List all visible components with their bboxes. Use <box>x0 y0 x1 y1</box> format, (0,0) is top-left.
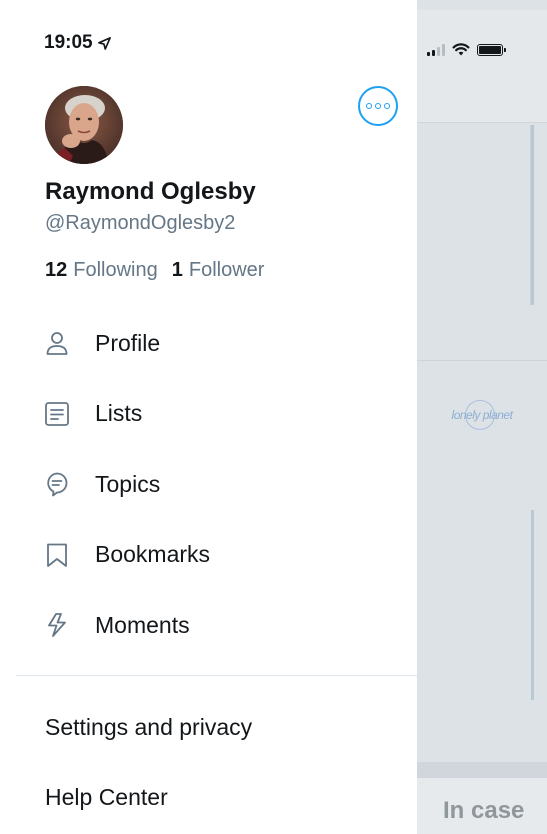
more-options-button[interactable] <box>358 86 398 126</box>
lonely-planet-logo: lonely planet <box>447 398 517 432</box>
navigation-drawer: 19:05 Raymond Oglesby @RaymondOglesby2 1… <box>0 0 417 834</box>
menu-item-moments[interactable]: Moments <box>0 590 417 661</box>
menu-item-label: Moments <box>95 611 190 638</box>
profile-name[interactable]: Raymond Oglesby <box>45 178 256 206</box>
cellular-signal-icon <box>427 43 445 56</box>
menu-item-lists[interactable]: Lists <box>0 379 417 450</box>
follow-stats: 12 Following 1 Follower <box>45 259 264 282</box>
background-bar <box>417 762 547 778</box>
followers-count: 1 <box>171 259 183 281</box>
background-header <box>417 10 547 123</box>
background-divider <box>417 360 547 361</box>
more-dot-icon <box>366 103 372 109</box>
avatar-photo <box>45 86 123 164</box>
background-card <box>417 125 532 305</box>
more-dot-icon <box>375 103 381 109</box>
battery-icon <box>477 43 506 56</box>
following-label: Following <box>73 259 158 281</box>
menu-item-label: Lists <box>95 400 143 427</box>
drawer-menu: Profile Lists Topics Bookmarks Moments <box>0 308 417 661</box>
lightning-icon <box>44 612 70 638</box>
followers-link[interactable]: 1 Follower <box>172 259 265 282</box>
background-image-edge <box>531 125 534 305</box>
following-count: 12 <box>45 259 68 281</box>
menu-item-label: Bookmarks <box>95 541 211 568</box>
topics-icon <box>44 471 70 497</box>
menu-item-label: Profile <box>95 329 161 356</box>
followers-label: Follower <box>188 259 265 281</box>
profile-handle[interactable]: @RaymondOglesby2 <box>45 212 235 235</box>
status-time: 19:05 <box>44 32 111 54</box>
avatar[interactable] <box>45 86 123 164</box>
status-icons <box>427 43 506 56</box>
following-link[interactable]: 12 Following <box>45 259 158 282</box>
list-icon <box>44 401 70 427</box>
menu-item-profile[interactable]: Profile <box>0 308 417 379</box>
drawer-divider <box>16 675 417 676</box>
menu-item-topics[interactable]: Topics <box>0 449 417 520</box>
background-image-edge <box>531 510 534 700</box>
person-icon <box>44 330 70 356</box>
help-center-link[interactable]: Help Center <box>45 784 168 811</box>
bookmark-icon <box>44 542 70 568</box>
location-arrow-icon <box>97 36 111 50</box>
more-dot-icon <box>384 103 390 109</box>
background-feed[interactable]: lonely planet In case <box>417 0 547 834</box>
menu-item-bookmarks[interactable]: Bookmarks <box>0 520 417 591</box>
menu-item-label: Topics <box>95 470 161 497</box>
settings-and-privacy-link[interactable]: Settings and privacy <box>45 714 252 741</box>
background-card-title: In case <box>443 797 525 824</box>
wifi-icon <box>452 43 470 56</box>
